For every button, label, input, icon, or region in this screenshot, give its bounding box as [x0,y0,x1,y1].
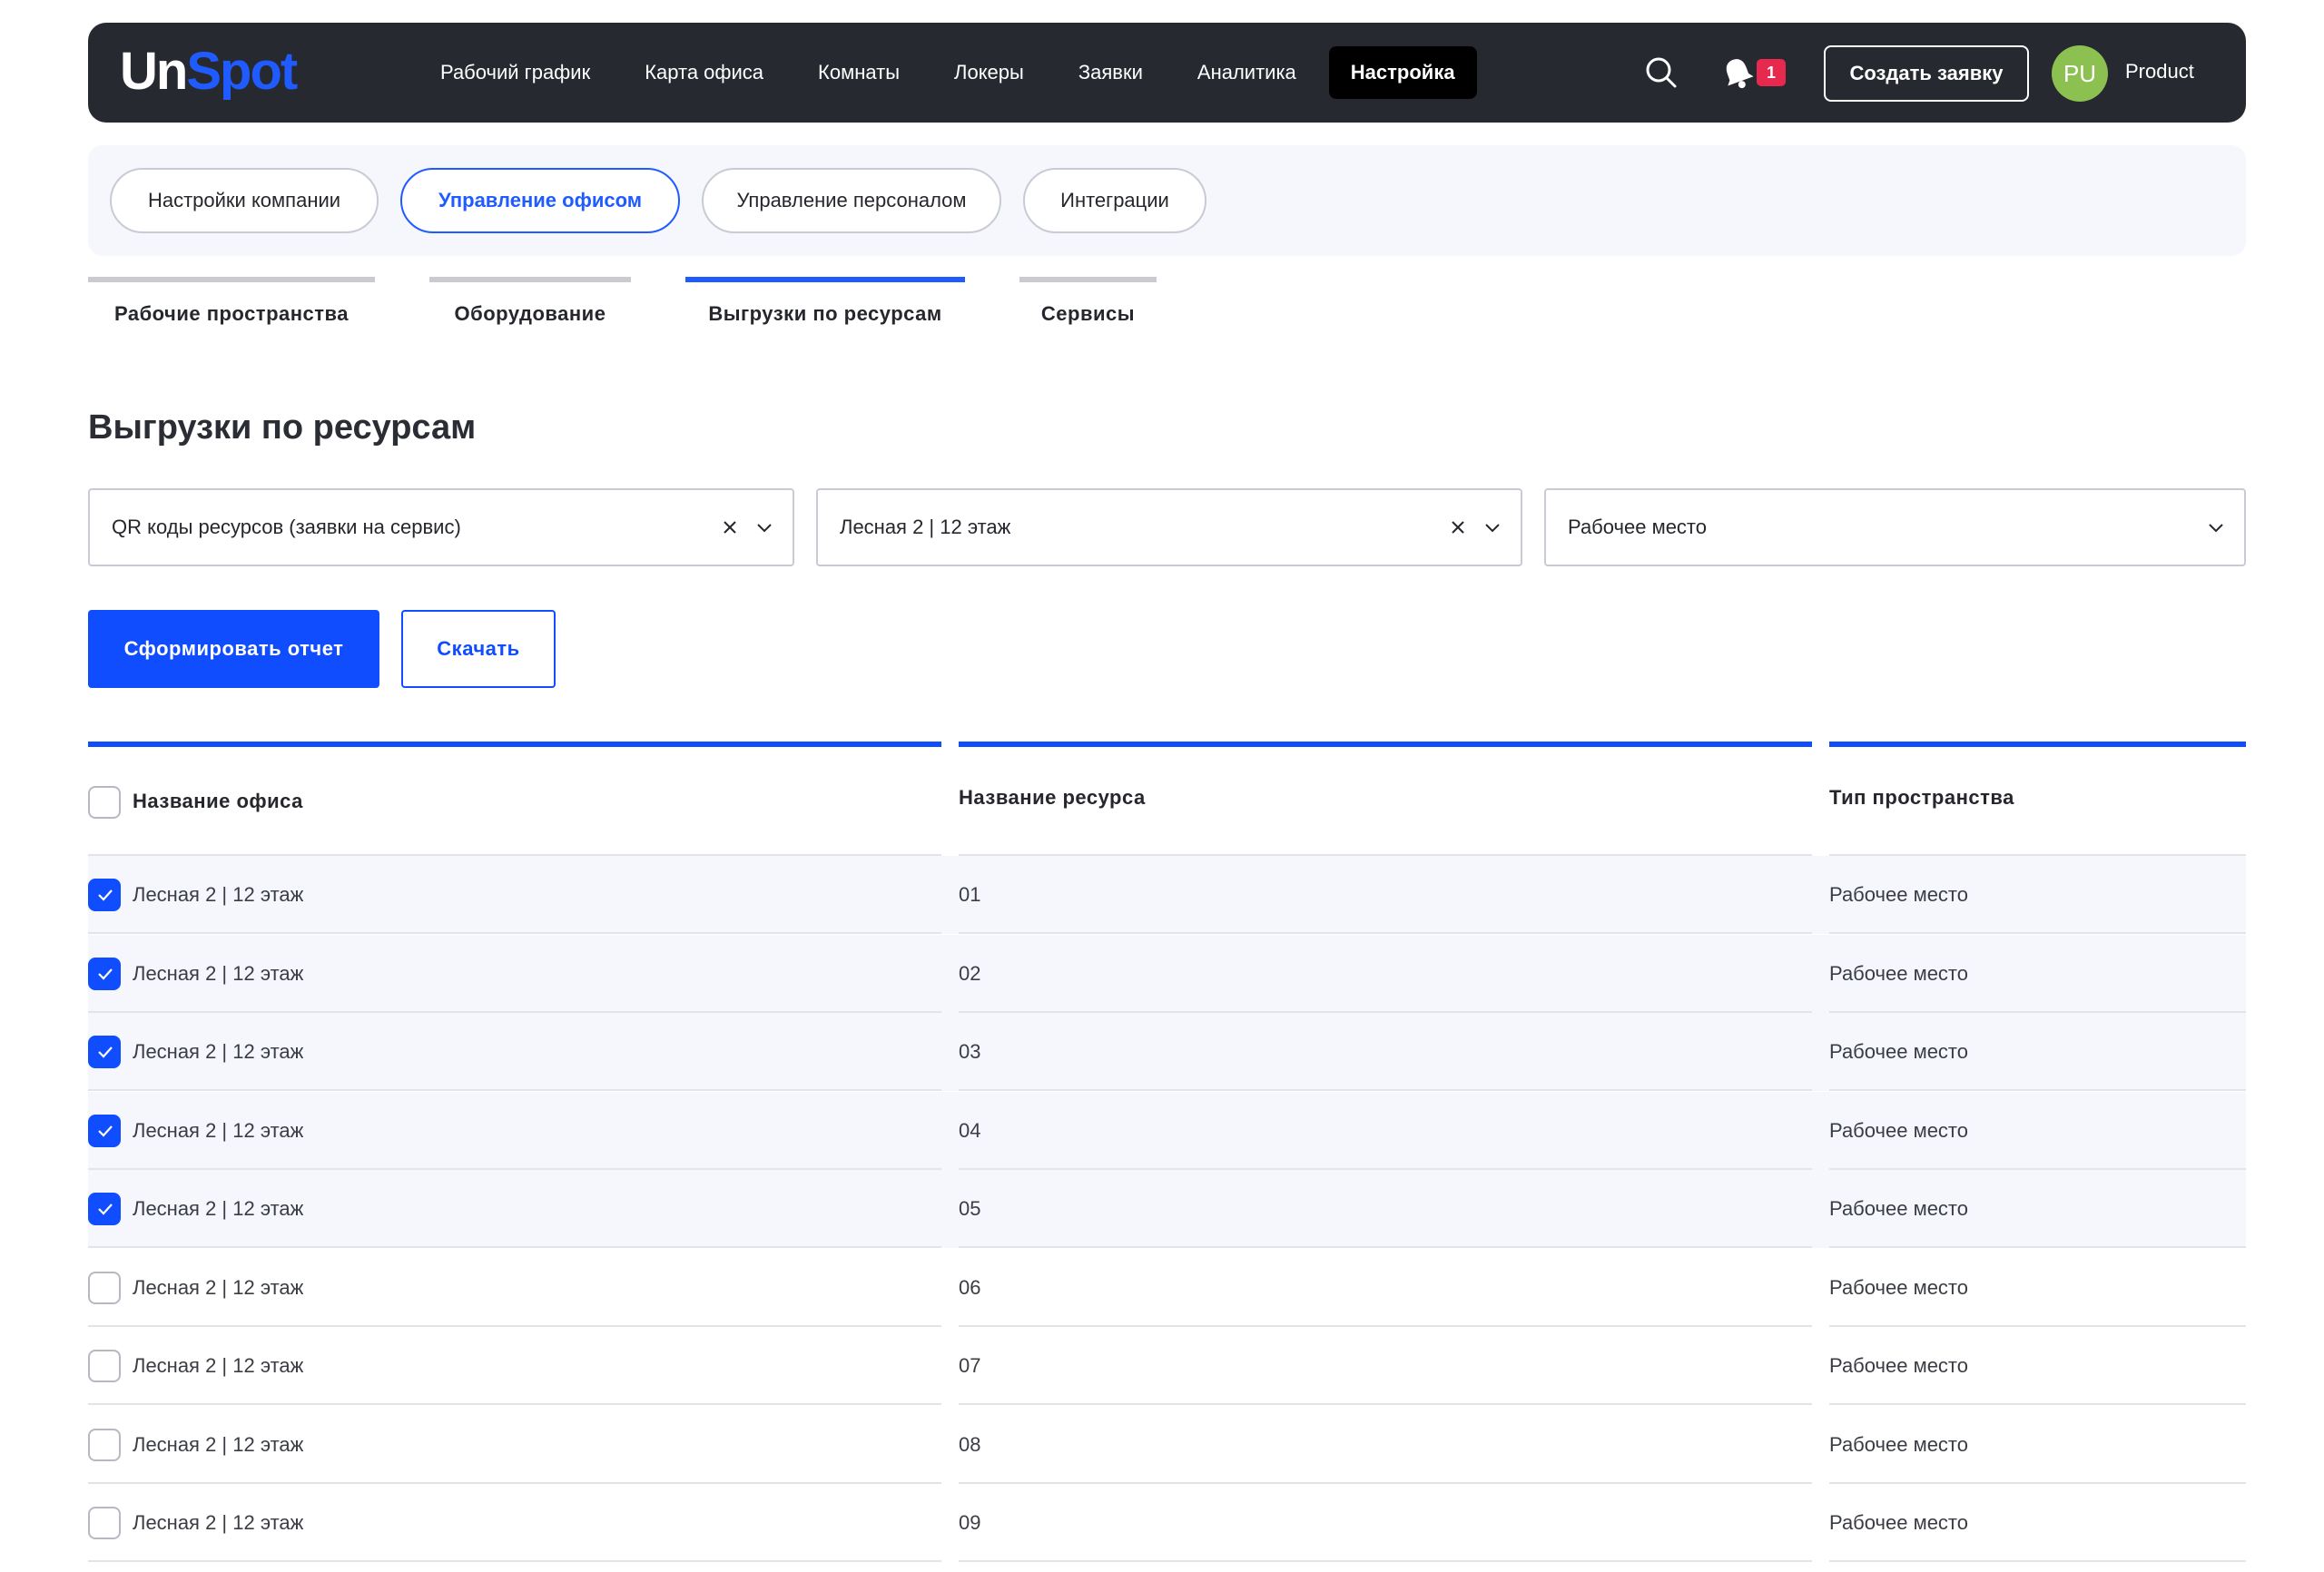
cell-space-type: Рабочее место [1829,961,1969,985]
search-icon[interactable] [1642,54,1680,92]
cell-office: Лесная 2 | 12 этаж [133,1354,304,1377]
notification-count-badge: 1 [1757,59,1786,86]
report-type-select[interactable]: QR коды ресурсов (заявки на сервис) [88,488,794,566]
table-row[interactable]: Лесная 2 | 12 этаж 06 Рабочее место [88,1249,2246,1327]
cell-space-type: Рабочее место [1829,1197,1969,1220]
cell-office: Лесная 2 | 12 этаж [133,883,304,906]
nav-item-analytics[interactable]: Аналитика [1176,46,1318,99]
download-button[interactable]: Скачать [401,610,556,688]
generate-report-button[interactable]: Сформировать отчет [88,610,379,688]
cell-office: Лесная 2 | 12 этаж [133,1197,304,1220]
table-row[interactable]: Лесная 2 | 12 этаж 05 Рабочее место [88,1170,2246,1248]
nav-item-work-schedule[interactable]: Рабочий график [419,46,612,99]
table-row[interactable]: Лесная 2 | 12 этаж 04 Рабочее место [88,1091,2246,1170]
row-divider [88,1560,941,1562]
cell-space-type: Рабочее место [1829,883,1969,906]
cell-resource: 05 [959,1197,981,1220]
cell-office: Лесная 2 | 12 этаж [133,1118,304,1142]
row-divider [1829,1560,2246,1562]
cell-office: Лесная 2 | 12 этаж [133,1040,304,1063]
avatar[interactable]: PU [2052,45,2108,102]
table-row[interactable]: Лесная 2 | 12 этаж 08 Рабочее место [88,1406,2246,1484]
tab-company-settings[interactable]: Настройки компании [110,168,379,233]
cell-office: Лесная 2 | 12 этаж [133,1511,304,1534]
chevron-down-icon[interactable] [1482,517,1502,537]
check-icon [98,1204,113,1215]
cell-office: Лесная 2 | 12 этаж [133,1432,304,1456]
row-checkbox[interactable] [88,957,121,990]
chevron-down-icon[interactable] [754,517,774,537]
page-title: Выгрузки по ресурсам [88,408,477,447]
check-icon [98,1125,113,1137]
cell-resource: 09 [959,1511,981,1534]
table-row[interactable]: Лесная 2 | 12 этаж 03 Рабочее место [88,1013,2246,1091]
check-icon [98,1046,113,1058]
cell-space-type: Рабочее место [1829,1118,1969,1142]
row-checkbox[interactable] [88,1114,121,1147]
row-checkbox[interactable] [88,1193,121,1225]
cell-resource: 06 [959,1275,981,1299]
tab-staff-management[interactable]: Управление персоналом [702,168,1001,233]
row-checkbox[interactable] [88,1507,121,1539]
subtab-workspaces[interactable]: Рабочие пространства [88,277,375,326]
bell-icon[interactable] [1717,52,1758,93]
column-accent-bar [88,742,941,747]
clear-icon[interactable] [1448,517,1468,537]
user-name[interactable]: Product [2125,57,2194,86]
table-row[interactable]: Лесная 2 | 12 этаж 07 Рабочее место [88,1327,2246,1405]
cell-resource: 01 [959,883,981,906]
cell-space-type: Рабочее место [1829,1040,1969,1063]
row-checkbox[interactable] [88,1350,121,1382]
settings-section-tabs: Настройки компании Управление офисом Упр… [88,145,2246,256]
main-nav: Рабочий график Карта офиса Комнаты Локер… [419,46,1488,99]
nav-item-office-map[interactable]: Карта офиса [623,46,785,99]
chevron-down-icon[interactable] [2206,517,2226,537]
nav-item-lockers[interactable]: Локеры [932,46,1046,99]
cell-space-type: Рабочее место [1829,1275,1969,1299]
office-select[interactable]: Лесная 2 | 12 этаж [816,488,1522,566]
table-row[interactable]: Лесная 2 | 12 этаж 02 Рабочее место [88,934,2246,1013]
row-divider [959,1560,1812,1562]
select-all-checkbox[interactable] [88,786,121,819]
cell-resource: 08 [959,1432,981,1456]
column-header-office[interactable]: Название офиса [133,790,303,813]
row-checkbox[interactable] [88,1428,121,1461]
subtab-services[interactable]: Сервисы [1019,277,1157,326]
row-checkbox[interactable] [88,879,121,911]
tab-office-management[interactable]: Управление офисом [400,168,680,233]
tab-integrations[interactable]: Интеграции [1023,168,1206,233]
cell-space-type: Рабочее место [1829,1511,1969,1534]
subtab-resource-exports[interactable]: Выгрузки по ресурсам [685,277,965,326]
cell-resource: 04 [959,1118,981,1142]
nav-item-settings[interactable]: Настройка [1328,46,1477,99]
cell-resource: 03 [959,1040,981,1063]
cell-office: Лесная 2 | 12 этаж [133,961,304,985]
row-checkbox[interactable] [88,1036,121,1068]
column-accent-bar [959,742,1812,747]
nav-item-rooms[interactable]: Комнаты [796,46,921,99]
check-icon [98,968,113,980]
nav-item-requests[interactable]: Заявки [1057,46,1165,99]
check-icon [98,889,113,901]
clear-icon[interactable] [720,517,740,537]
column-header-resource[interactable]: Название ресурса [959,786,1146,810]
table-row[interactable]: Лесная 2 | 12 этаж 01 Рабочее место [88,856,2246,934]
cell-resource: 07 [959,1354,981,1377]
cell-resource: 02 [959,961,981,985]
column-header-space-type[interactable]: Тип пространства [1829,786,2014,810]
cell-space-type: Рабочее место [1829,1432,1969,1456]
table-row[interactable]: Лесная 2 | 12 этаж 09 Рабочее место [88,1484,2246,1562]
create-request-button[interactable]: Создать заявку [1824,45,2029,102]
row-checkbox[interactable] [88,1271,121,1304]
unspot-logo[interactable]: UnSpot [120,43,298,101]
space-type-select[interactable]: Рабочее место [1544,488,2246,566]
column-accent-bar [1829,742,2246,747]
cell-space-type: Рабочее место [1829,1354,1969,1377]
subtab-equipment[interactable]: Оборудование [429,277,631,326]
cell-office: Лесная 2 | 12 этаж [133,1275,304,1299]
top-navigation-bar: UnSpot Рабочий график Карта офиса Комнат… [88,23,2246,123]
